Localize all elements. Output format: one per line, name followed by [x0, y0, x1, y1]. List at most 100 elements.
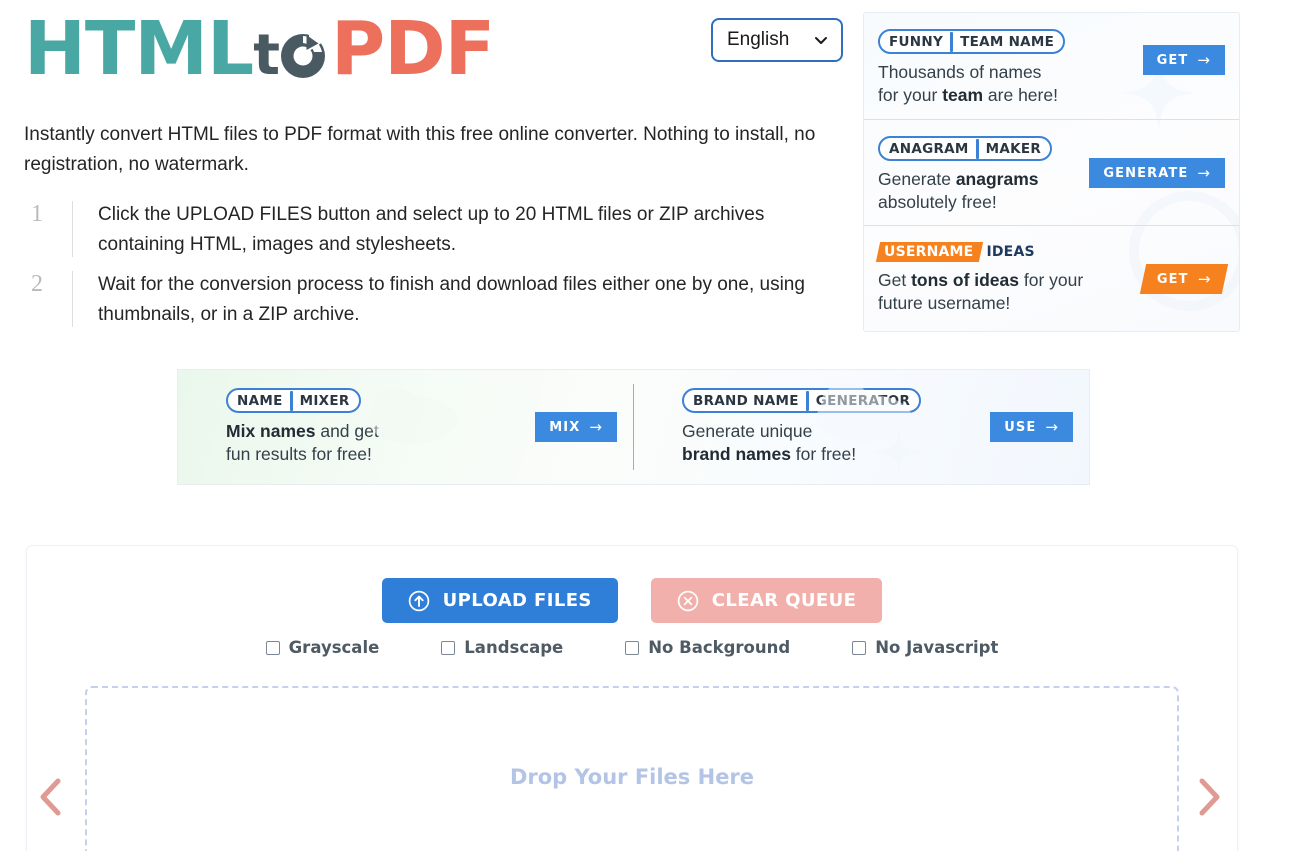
- ad-badge-separator: [975, 138, 979, 159]
- ad-copy-line1-pre: Get: [878, 270, 912, 290]
- banner-badge: BRAND NAME GENERATOR: [682, 388, 922, 413]
- banner-item-brand-name-generator[interactable]: BRAND NAME GENERATOR Generate unique bra…: [634, 370, 1089, 484]
- page-root: HTMLt PDF English Instantly convert HTML…: [0, 0, 1312, 851]
- banner-badge-separator: [805, 390, 809, 411]
- ad-panel: FUNNY TEAM NAME Thousands of names for y…: [863, 12, 1240, 332]
- ad-content: FUNNY TEAM NAME Thousands of names for y…: [878, 29, 1133, 107]
- step-divider: [72, 271, 73, 327]
- banner-use-button[interactable]: USE →: [990, 412, 1073, 442]
- arrow-right-icon: →: [589, 417, 603, 436]
- banner-ads: NAME MIXER Mix names and get fun results…: [177, 369, 1090, 485]
- ad-copy-line2: future username!: [878, 293, 1011, 313]
- ad-cta-wrap: GENERATE →: [1089, 136, 1225, 188]
- ad-item-anagram-maker[interactable]: ANAGRAM MAKER Generate anagrams absolute…: [864, 119, 1239, 225]
- ad-get-button[interactable]: GET →: [1142, 45, 1225, 75]
- step-item: 2 Wait for the conversion process to fin…: [24, 268, 839, 332]
- banner-copy-line2: fun results for free!: [226, 444, 372, 464]
- ad-copy-line1-post: for your: [1019, 270, 1084, 290]
- step-item: 1 Click the UPLOAD FILES button and sele…: [24, 198, 839, 262]
- checkbox-grayscale[interactable]: [265, 640, 280, 655]
- step-number: 1: [31, 201, 43, 227]
- upload-files-label: UPLOAD FILES: [442, 590, 592, 611]
- checkbox-no-javascript[interactable]: [852, 640, 867, 655]
- option-no-background[interactable]: No Background: [625, 638, 790, 657]
- ad-cta-wrap: GET →: [1142, 29, 1225, 75]
- ad-item-username-ideas[interactable]: USERNAME IDEAS Get tons of ideas for you…: [864, 225, 1239, 331]
- ad-copy: Get tons of ideas for your future userna…: [878, 269, 1133, 315]
- arrow-right-icon: →: [1197, 163, 1211, 182]
- arrow-right-icon: →: [1197, 269, 1211, 288]
- banner-button-label: USE: [1004, 419, 1037, 435]
- ad-generate-button[interactable]: GENERATE →: [1089, 158, 1225, 188]
- option-grayscale-label: Grayscale: [288, 638, 380, 657]
- banner-button-label: MIX: [549, 419, 581, 435]
- banner-badge-separator: [289, 390, 293, 411]
- ad-copy-bold: team: [942, 85, 984, 105]
- chevron-right-icon[interactable]: [1192, 775, 1226, 819]
- dropzone-label: Drop Your Files Here: [509, 765, 755, 789]
- ad-copy-bold: anagrams: [955, 169, 1039, 189]
- upload-files-button[interactable]: UPLOAD FILES: [381, 578, 618, 623]
- option-grayscale[interactable]: Grayscale: [265, 638, 380, 657]
- ad-get-button[interactable]: GET →: [1139, 264, 1229, 294]
- ad-badge-separator: [950, 31, 954, 52]
- clear-queue-label: CLEAR QUEUE: [711, 590, 857, 611]
- arrow-right-icon: →: [1045, 417, 1059, 436]
- clear-queue-button[interactable]: CLEAR QUEUE: [650, 578, 883, 623]
- banner-mix-button[interactable]: MIX →: [535, 412, 617, 442]
- arrow-right-icon: →: [1197, 50, 1211, 69]
- banner-cta-wrap: MIX →: [535, 412, 617, 442]
- ad-copy: Thousands of names for your team are her…: [878, 61, 1133, 107]
- banner-cta-wrap: USE →: [990, 412, 1073, 442]
- option-no-javascript[interactable]: No Javascript: [852, 638, 998, 657]
- banner-badge-left: NAME: [237, 392, 283, 409]
- step-divider: [72, 201, 73, 257]
- banner-content: NAME MIXER Mix names and get fun results…: [226, 388, 523, 466]
- banner-item-name-mixer[interactable]: NAME MIXER Mix names and get fun results…: [178, 370, 633, 484]
- language-selector[interactable]: English: [711, 18, 843, 62]
- banner-content: BRAND NAME GENERATOR Generate unique bra…: [682, 388, 978, 466]
- ad-badge-left: USERNAME: [884, 244, 974, 260]
- language-selector-label: English: [727, 29, 790, 50]
- banner-copy-line1-post: and get: [315, 421, 379, 441]
- ad-badge: USERNAME IDEAS: [875, 242, 1035, 262]
- step-number: 2: [31, 271, 43, 297]
- banner-copy: Mix names and get fun results for free!: [226, 420, 523, 466]
- ad-copy-line2: absolutely free!: [878, 192, 997, 212]
- option-no-javascript-label: No Javascript: [875, 638, 999, 657]
- banner-badge-right: GENERATOR: [815, 392, 911, 409]
- option-landscape[interactable]: Landscape: [441, 638, 563, 657]
- banner-copy-bold: brand names: [682, 444, 791, 464]
- banner-badge-left: BRAND NAME: [693, 392, 799, 409]
- ad-badge-left: FUNNY: [889, 33, 944, 50]
- ad-copy-line2-pre: for your: [878, 85, 943, 105]
- chevron-left-icon[interactable]: [34, 775, 68, 819]
- logo-html-text: HTML: [24, 6, 254, 92]
- logo-to-text: t: [253, 23, 280, 88]
- file-dropzone[interactable]: Drop Your Files Here: [85, 686, 1179, 851]
- ad-badge-right: IDEAS: [986, 244, 1035, 260]
- ad-item-funny-team-name[interactable]: FUNNY TEAM NAME Thousands of names for y…: [864, 13, 1239, 119]
- step-text: Click the UPLOAD FILES button and select…: [98, 204, 765, 255]
- ad-content: USERNAME IDEAS Get tons of ideas for you…: [875, 242, 1133, 315]
- convert-circle-arrow-icon: [276, 26, 330, 80]
- upload-circle-arrow-icon: [408, 590, 430, 612]
- ad-copy-bold: tons of ideas: [911, 270, 1020, 290]
- close-circle-icon: [677, 590, 699, 612]
- ad-cta-wrap: GET →: [1139, 242, 1229, 294]
- banner-copy-bold: Mix names: [226, 421, 316, 441]
- ad-button-label: GET: [1156, 271, 1189, 287]
- ad-button-label: GENERATE: [1103, 165, 1189, 181]
- ad-copy-line1-pre: Generate: [878, 169, 956, 189]
- banner-copy-line2-post: for free!: [790, 444, 857, 464]
- option-no-background-label: No Background: [648, 638, 791, 657]
- ad-copy-line1: Thousands of names: [878, 62, 1042, 82]
- ad-content: ANAGRAM MAKER Generate anagrams absolute…: [878, 136, 1079, 214]
- uploader-button-row: UPLOAD FILES CLEAR QUEUE: [27, 578, 1237, 623]
- ad-badge-right: TEAM NAME: [960, 33, 1055, 50]
- checkbox-no-background[interactable]: [625, 640, 640, 655]
- ad-badge: ANAGRAM MAKER: [878, 136, 1053, 161]
- checkbox-landscape[interactable]: [441, 640, 456, 655]
- intro-paragraph: Instantly convert HTML files to PDF form…: [24, 124, 816, 175]
- uploader-card: UPLOAD FILES CLEAR QUEUE Grayscale Lands…: [26, 545, 1238, 851]
